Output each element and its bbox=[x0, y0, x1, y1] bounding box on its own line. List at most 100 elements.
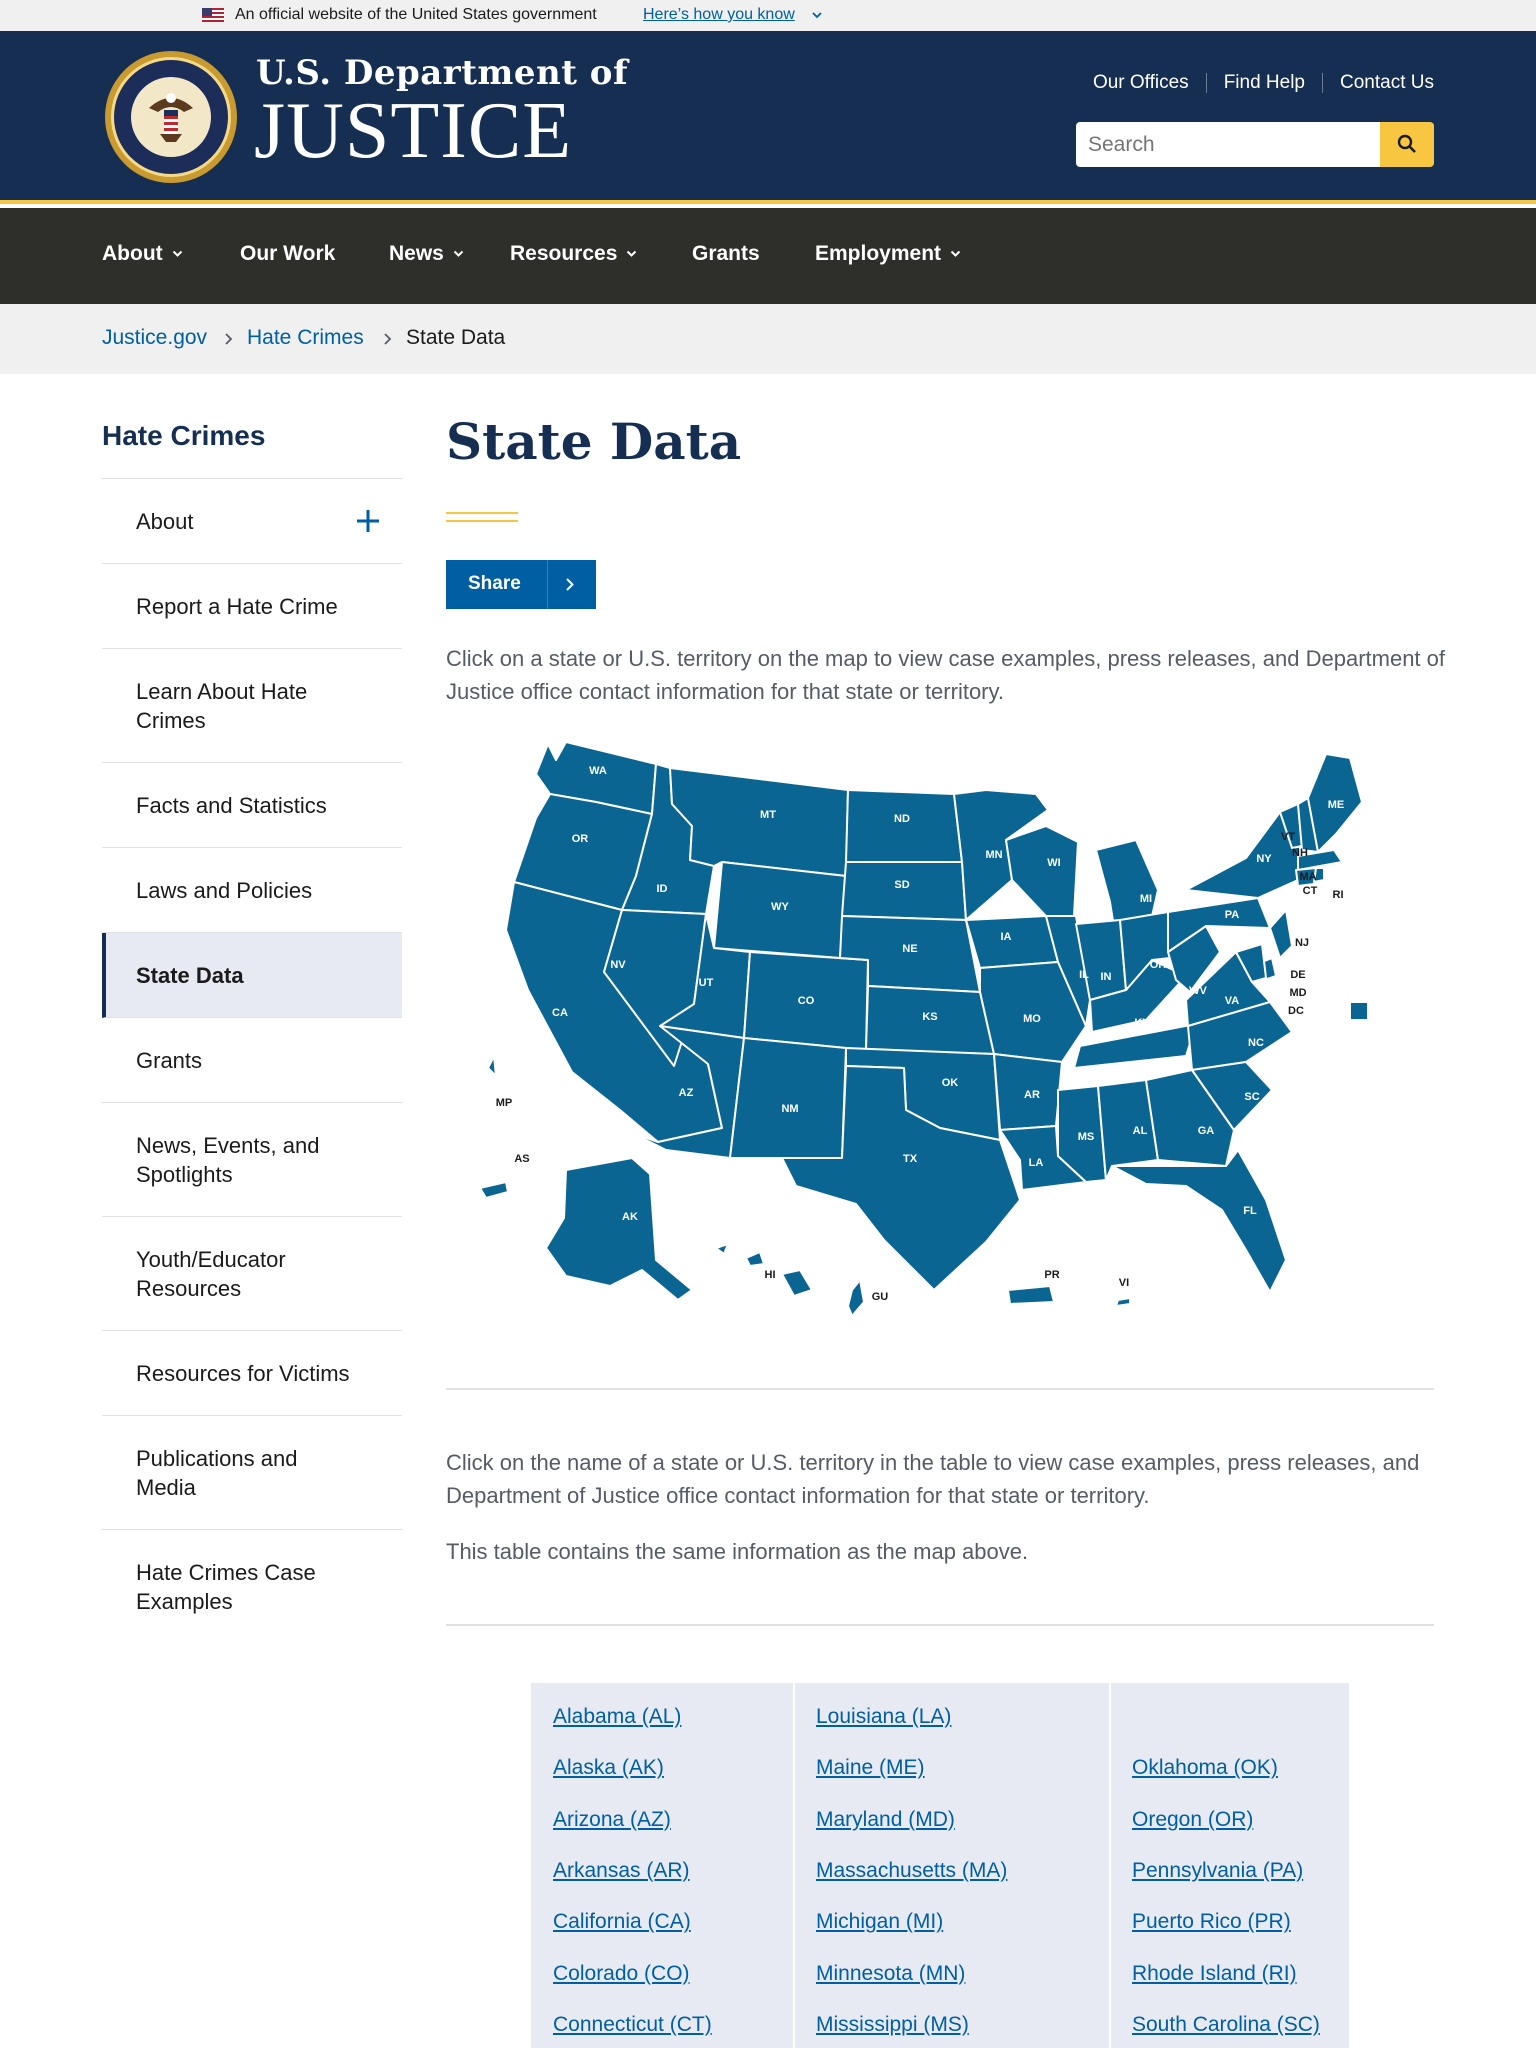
map-label-gu: GU bbox=[872, 1291, 889, 1303]
state-link[interactable]: Louisiana (LA) bbox=[816, 1705, 951, 1729]
map-label-mt: MT bbox=[760, 809, 776, 821]
chevron-down-icon bbox=[950, 250, 961, 257]
state-nm bbox=[729, 1037, 847, 1159]
chevron-down-icon bbox=[453, 250, 464, 257]
map-label-de: DE bbox=[1290, 969, 1305, 981]
sidebar-item-state-data[interactable]: State Data bbox=[102, 933, 402, 1018]
state-link[interactable]: Puerto Rico (PR) bbox=[1132, 1910, 1291, 1934]
map-label-sc: SC bbox=[1244, 1091, 1259, 1103]
sidebar-title[interactable]: Hate Crimes bbox=[102, 420, 265, 452]
map-label-tx: TX bbox=[903, 1153, 918, 1165]
state-link[interactable]: Oklahoma (OK) bbox=[1132, 1756, 1278, 1780]
map-label-ms: MS bbox=[1078, 1131, 1095, 1143]
breadcrumb-hate-crimes-link[interactable]: Hate Crimes bbox=[247, 326, 364, 350]
sidebar-item-grants[interactable]: Grants bbox=[102, 1018, 402, 1103]
map-label-ca: CA bbox=[552, 1007, 568, 1019]
column-divider bbox=[793, 1683, 795, 2048]
map-label-nh: NH bbox=[1292, 847, 1308, 859]
state-link[interactable]: Alaska (AK) bbox=[553, 1756, 664, 1780]
map-label-mi: MI bbox=[1140, 893, 1152, 905]
map-label-wy: WY bbox=[771, 901, 789, 913]
nav-item-news[interactable]: News bbox=[389, 242, 464, 266]
state-link[interactable]: Mississippi (MS) bbox=[816, 2013, 969, 2037]
doj-seal-logo[interactable] bbox=[104, 50, 238, 184]
sidebar-item-case-examples[interactable]: Hate Crimes Case Examples bbox=[102, 1530, 402, 1644]
map-label-fl: FL bbox=[1243, 1205, 1257, 1217]
sidebar-item-publications[interactable]: Publications and Media bbox=[102, 1416, 402, 1530]
state-link[interactable]: Minnesota (MN) bbox=[816, 1962, 965, 1986]
sidebar-item-report[interactable]: Report a Hate Crime bbox=[102, 564, 402, 649]
state-link[interactable]: Maryland (MD) bbox=[816, 1808, 955, 1832]
our-offices-link[interactable]: Our Offices bbox=[1093, 72, 1189, 94]
state-link[interactable]: Arizona (AZ) bbox=[553, 1808, 671, 1832]
state-link[interactable]: Colorado (CO) bbox=[553, 1962, 690, 1986]
map-label-ny: NY bbox=[1256, 853, 1272, 865]
chevron-right-icon bbox=[566, 578, 574, 591]
chevron-right-icon bbox=[225, 333, 233, 345]
sidebar-item-label: About bbox=[136, 508, 194, 534]
state-link[interactable]: South Carolina (SC) bbox=[1132, 2013, 1320, 2037]
nav-item-label: About bbox=[102, 242, 163, 265]
sidebar-item-label: Laws and Policies bbox=[136, 877, 313, 903]
map-label-ma: MA bbox=[1299, 871, 1316, 883]
state-link[interactable]: Arkansas (AR) bbox=[553, 1859, 690, 1883]
map-label-ga: GA bbox=[1198, 1125, 1215, 1137]
sidebar-item-label: Grants bbox=[136, 1047, 203, 1073]
nav-item-about[interactable]: About bbox=[102, 242, 183, 266]
sidebar-item-label: Youth/Educator Resources bbox=[136, 1246, 286, 1301]
table-intro-text: Click on the name of a state or U.S. ter… bbox=[446, 1450, 1420, 1508]
breadcrumb: Justice.gov Hate Crimes State Data bbox=[0, 304, 1536, 374]
map-label-sd: SD bbox=[894, 879, 909, 891]
state-link[interactable]: Rhode Island (RI) bbox=[1132, 1962, 1297, 1986]
breadcrumb-home-link[interactable]: Justice.gov bbox=[102, 326, 207, 350]
brand-title[interactable]: JUSTICE bbox=[254, 91, 572, 171]
state-link[interactable]: California (CA) bbox=[553, 1910, 691, 1934]
map-label-ok: OK bbox=[942, 1077, 959, 1089]
map-label-la: LA bbox=[1029, 1157, 1044, 1169]
state-link[interactable]: Massachusetts (MA) bbox=[816, 1859, 1007, 1883]
map-label-ar: AR bbox=[1024, 1089, 1040, 1101]
sidebar-item-youth[interactable]: Youth/Educator Resources bbox=[102, 1217, 402, 1331]
plus-icon[interactable] bbox=[354, 507, 382, 535]
find-help-link[interactable]: Find Help bbox=[1224, 72, 1305, 94]
nav-item-our-work[interactable]: Our Work bbox=[240, 242, 335, 266]
nav-item-resources[interactable]: Resources bbox=[510, 242, 637, 266]
territory-as bbox=[479, 1181, 509, 1199]
map-label-ky: KY bbox=[1134, 1017, 1150, 1029]
map-label-nc: NC bbox=[1248, 1037, 1264, 1049]
map-label-vi: VI bbox=[1119, 1277, 1129, 1289]
state-link[interactable]: Michigan (MI) bbox=[816, 1910, 943, 1934]
sidebar-item-learn[interactable]: Learn About Hate Crimes bbox=[102, 649, 402, 763]
sidebar-item-laws[interactable]: Laws and Policies bbox=[102, 848, 402, 933]
site-header: U.S. Department of JUSTICE Our Offices F… bbox=[0, 31, 1536, 204]
contact-us-link[interactable]: Contact Us bbox=[1340, 72, 1434, 94]
state-link[interactable]: Connecticut (CT) bbox=[553, 2013, 712, 2037]
map-label-vt: VT bbox=[1281, 831, 1295, 843]
search-button[interactable] bbox=[1380, 122, 1434, 167]
nav-item-grants[interactable]: Grants bbox=[692, 242, 760, 266]
sidebar-item-victims[interactable]: Resources for Victims bbox=[102, 1331, 402, 1416]
sidebar-item-news[interactable]: News, Events, and Spotlights bbox=[102, 1103, 402, 1217]
map-label-ne: NE bbox=[902, 943, 917, 955]
map-label-co: CO bbox=[798, 995, 815, 1007]
state-link[interactable]: Maine (ME) bbox=[816, 1756, 925, 1780]
chevron-down-icon[interactable] bbox=[812, 10, 822, 20]
us-states-map[interactable]: WA OR CA ID NV MT WY UT AZ CO NM ND SD NE KS OK TX MN IA MO… bbox=[446, 730, 1446, 1330]
how-you-know-link[interactable]: Here’s how you know bbox=[643, 6, 795, 24]
map-label-wi: WI bbox=[1047, 857, 1060, 869]
share-button[interactable]: Share bbox=[446, 560, 596, 609]
state-link[interactable]: Alabama (AL) bbox=[553, 1705, 681, 1729]
state-link[interactable]: Pennsylvania (PA) bbox=[1132, 1859, 1303, 1883]
divider bbox=[1205, 73, 1207, 93]
sidebar-item-facts[interactable]: Facts and Statistics bbox=[102, 763, 402, 848]
sidebar-item-label: Resources for Victims bbox=[136, 1360, 350, 1386]
map-label-pr: PR bbox=[1044, 1269, 1059, 1281]
column-divider bbox=[1109, 1683, 1111, 2048]
search-input[interactable] bbox=[1076, 122, 1380, 167]
map-label-az: AZ bbox=[679, 1087, 694, 1099]
map-label-il: IL bbox=[1079, 969, 1089, 981]
sidebar-item-about[interactable]: About bbox=[102, 479, 402, 564]
nav-item-employment[interactable]: Employment bbox=[815, 242, 961, 266]
map-label-id: ID bbox=[657, 883, 668, 895]
state-link[interactable]: Oregon (OR) bbox=[1132, 1808, 1253, 1832]
